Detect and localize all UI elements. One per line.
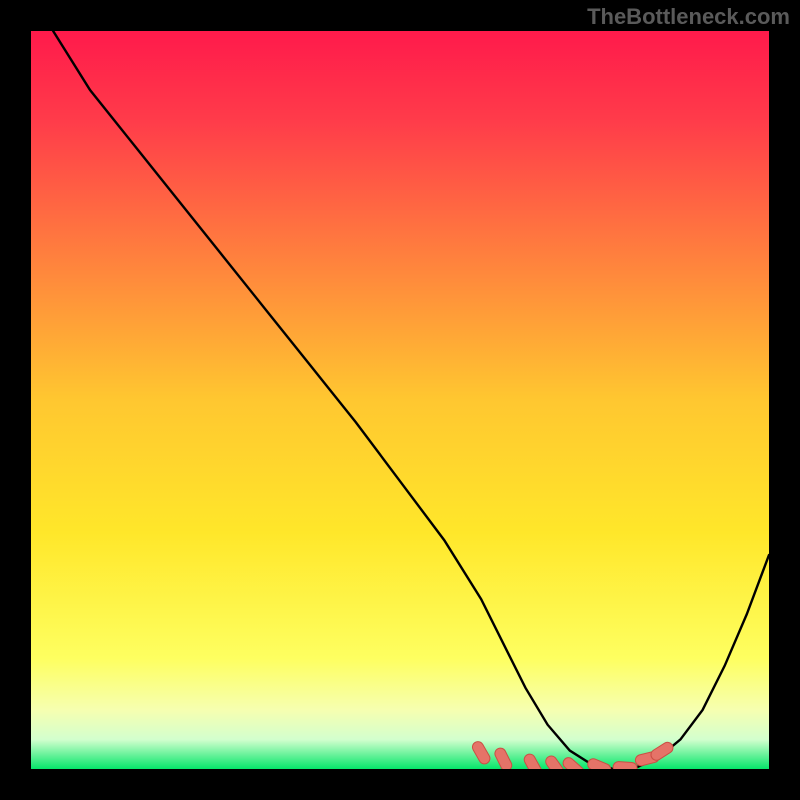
gradient-background: [31, 31, 769, 769]
bottleneck-chart: [31, 31, 769, 769]
watermark-text: TheBottleneck.com: [587, 4, 790, 30]
data-marker: [613, 761, 638, 769]
